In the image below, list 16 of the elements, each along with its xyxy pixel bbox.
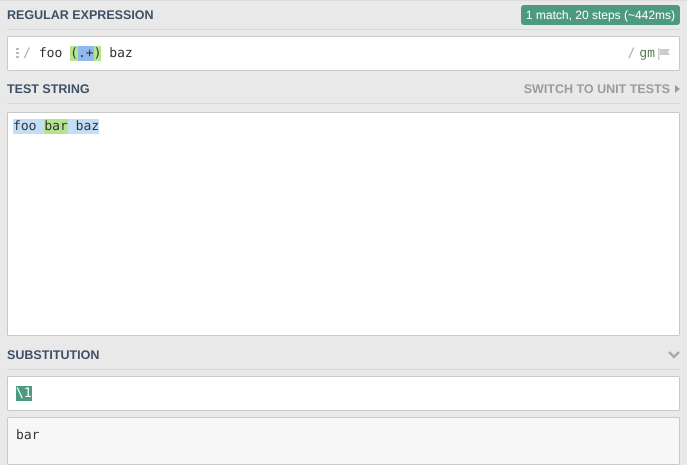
- chevron-icon[interactable]: [668, 350, 680, 359]
- drag-handle-icon[interactable]: [16, 48, 19, 60]
- regex-delimiter: /: [23, 46, 31, 62]
- substitution-result: bar: [7, 416, 680, 465]
- match-status-badge: 1 match, 20 steps (~442ms): [520, 5, 680, 26]
- section-heading: TEST STRING: [7, 82, 90, 96]
- switch-to-unit-tests-link[interactable]: SWITCH TO UNIT TESTS: [524, 82, 680, 96]
- section-heading: REGULAR EXPRESSION: [7, 8, 154, 22]
- test-string-area[interactable]: foo bar baz: [7, 112, 680, 336]
- section-heading: SUBSTITUTION: [7, 348, 100, 362]
- regex-delimiter: /: [628, 46, 636, 62]
- flag-icon[interactable]: [658, 48, 671, 60]
- regex-flags[interactable]: gm: [639, 46, 655, 62]
- caret-icon: [675, 84, 680, 93]
- regex-input[interactable]: foo (.+) baz: [38, 46, 628, 62]
- substitution-input[interactable]: \1: [7, 376, 680, 411]
